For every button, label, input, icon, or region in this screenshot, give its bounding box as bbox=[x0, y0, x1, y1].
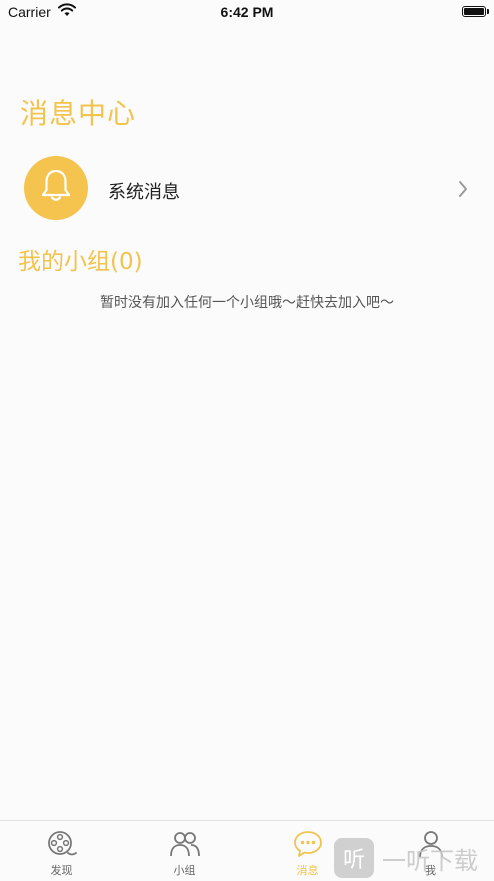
watermark-text: 一听下载 bbox=[382, 846, 478, 875]
system-message-label: 系统消息 bbox=[108, 182, 180, 203]
watermark: 听 一听下载 bbox=[334, 836, 494, 880]
chevron-right-icon bbox=[458, 180, 468, 202]
empty-groups-hint: 暂时没有加入任何一个小组哦～赶快去加入吧～ bbox=[100, 295, 394, 311]
bell-avatar bbox=[24, 156, 88, 220]
chat-bubble-icon bbox=[292, 829, 324, 863]
system-message-row[interactable]: 系统消息 bbox=[0, 156, 494, 224]
film-reel-icon bbox=[46, 829, 78, 863]
page-title: 消息中心 bbox=[20, 97, 137, 130]
people-icon bbox=[169, 829, 201, 863]
status-time: 6:42 PM bbox=[220, 4, 274, 20]
status-bar: Carrier 6:42 PM bbox=[0, 0, 494, 26]
tab-discover[interactable]: 发现 bbox=[0, 821, 123, 881]
tab-discover-label: 发现 bbox=[50, 864, 73, 877]
bell-icon bbox=[39, 168, 73, 208]
my-groups-title: 我的小组(0) bbox=[18, 249, 143, 275]
battery-icon bbox=[462, 6, 489, 17]
tab-group[interactable]: 小组 bbox=[123, 821, 246, 881]
watermark-logo: 听 bbox=[334, 838, 374, 878]
tab-group-label: 小组 bbox=[173, 864, 196, 877]
